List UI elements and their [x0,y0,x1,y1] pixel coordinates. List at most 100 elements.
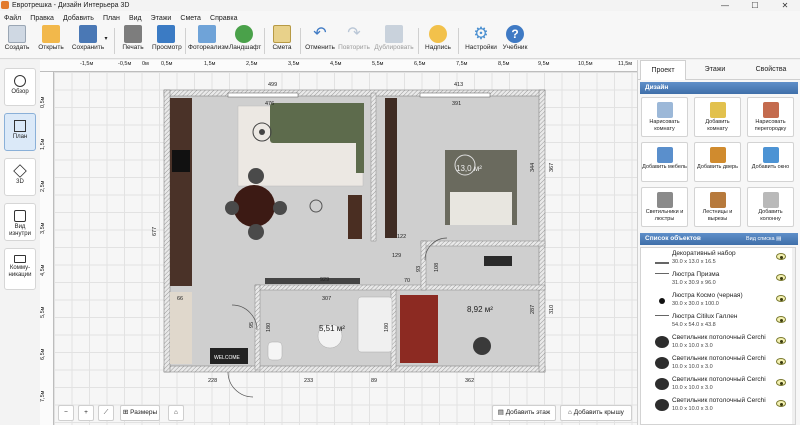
list-item[interactable]: Люстра Призма 31.0 x 30.9 x 96.0 [641,269,795,290]
window[interactable] [227,92,299,98]
sofa[interactable] [270,103,360,143]
tab-project[interactable]: Проект [640,60,686,80]
text-label-button[interactable]: Надпись [424,25,452,57]
toilet[interactable] [267,341,283,361]
plan-canvas[interactable]: -1,5м -0,5м 0м 0,5м 1,5м 2,5м 3,5м 4,5м … [40,60,637,425]
nav-overview[interactable]: Обзор [4,68,36,106]
print-button[interactable]: Печать [120,25,146,57]
wall-bottom[interactable] [163,365,546,373]
home-button[interactable]: ⌂ [168,405,184,421]
red-sofa[interactable] [400,295,438,363]
sofa-arm[interactable] [356,103,364,173]
list-item[interactable]: Декоративный набор 30.0 x 13.0 x 16.5 [641,248,795,269]
visibility-eye-icon[interactable] [776,337,786,344]
open-folder-icon [42,25,60,43]
object-list-scrollbar[interactable] [792,248,795,424]
kitchen-cabinets[interactable] [170,98,192,286]
visibility-eye-icon[interactable] [776,295,786,302]
add-roof-label: Добавить крышу [573,409,624,416]
zoom-out-button[interactable]: − [58,405,74,421]
list-item[interactable]: Светильник потолочный Cerchi 10.0 x 10.0… [641,395,795,416]
visibility-eye-icon[interactable] [776,253,786,260]
list-item[interactable]: Люстра Космо (черная) 30.0 x 30.0 x 100.… [641,290,795,311]
tutorial-button[interactable]: ? Учебник [500,25,530,57]
dining-table[interactable] [233,185,275,227]
draw-room-button[interactable]: Нарисовать комнату [641,97,688,137]
dimensions-button[interactable]: ⊞ Размеры [120,405,160,421]
dimension-label: 287 [530,305,536,314]
save-dropdown-button[interactable]: ▾ [102,25,110,57]
chair[interactable] [248,168,264,184]
dimension-label: 344 [530,163,536,172]
chair[interactable] [225,201,239,215]
shelf[interactable] [265,278,360,284]
estimate-button[interactable]: Смета [270,25,294,57]
add-door-button[interactable]: Добавить дверь [694,142,741,182]
wall-inner[interactable] [420,240,427,291]
visibility-eye-icon[interactable] [776,316,786,323]
open-button[interactable]: Открыть [36,25,66,57]
create-button[interactable]: Создать [4,25,30,57]
stairs-button[interactable]: Лестницы и вырезы [694,187,741,227]
entrance-door-swing[interactable] [227,371,254,398]
wall-inner[interactable] [254,284,546,291]
add-column-button[interactable]: Добавить колонну [747,187,794,227]
add-furniture-button[interactable]: Добавить мебель [641,142,688,182]
draw-partition-button[interactable]: Нарисовать перегородку [747,97,794,137]
nav-interior-view[interactable]: Вид изнутри [4,203,36,241]
add-room-button[interactable]: Добавить комнату [694,97,741,137]
wall-inner[interactable] [370,92,377,242]
tab-floors[interactable]: Этажи [692,60,738,80]
window[interactable] [419,92,491,98]
bed-blanket[interactable] [450,192,512,225]
zoom-in-button[interactable]: + [78,405,94,421]
wall-left[interactable] [163,89,171,373]
tab-properties[interactable]: Свойства [744,60,798,80]
wardrobe[interactable] [385,98,397,238]
view-list-toggle[interactable]: Вид списка ▤ [746,233,781,245]
object-list[interactable]: Декоративный набор 30.0 x 13.0 x 16.5 Лю… [640,247,796,425]
list-item[interactable]: Светильник потолочный Cerchi 10.0 x 10.0… [641,332,795,353]
nav-3d[interactable]: 3D [4,158,36,196]
save-button[interactable]: Сохранить [70,25,106,57]
landscape-button[interactable]: Ландшафт [229,25,261,57]
stove[interactable] [172,150,190,172]
tv-stand[interactable] [484,256,512,266]
hallway-closet[interactable] [170,292,192,364]
minimize-button[interactable]: — [710,0,740,11]
visibility-eye-icon[interactable] [776,274,786,281]
cabinet[interactable] [348,195,362,239]
maximize-button[interactable]: ☐ [740,0,770,11]
add-floor-button[interactable]: ▤ Добавить этаж [492,405,556,421]
photorealism-button[interactable]: Фотореализм [188,25,229,57]
add-window-button[interactable]: Добавить окно [747,142,794,182]
list-item[interactable]: Люстра Citilux Галлен 54.0 x 54.0 x 43.8 [641,311,795,332]
add-roof-button[interactable]: ⌂ Добавить крышу [560,405,632,421]
list-item[interactable]: Светильник потолочный Cerchi 10.0 x 10.0… [641,353,795,374]
settings-button[interactable]: ⚙ Настройки [464,25,498,57]
dimension-label: 89 [371,378,377,384]
measure-button[interactable]: ⟋ [98,405,114,421]
redo-icon: ↷ [347,25,361,42]
nav-utilities[interactable]: Комму-никации [4,248,36,290]
text-label-icon [429,25,447,43]
visibility-eye-icon[interactable] [776,358,786,365]
nav-plan[interactable]: План [4,113,36,151]
wall-right[interactable] [538,89,546,373]
list-item[interactable]: Светильник потолочный Cerchi 10.0 x 10.0… [641,374,795,395]
duplicate-button[interactable]: Дублировать [374,25,414,57]
close-button[interactable]: ✕ [770,0,800,11]
wall-inner[interactable] [420,240,546,247]
redo-button[interactable]: ↷ Повторить [338,25,370,57]
floor-plan[interactable]: WELCOME 499 413 476 391 677 344 367 122 … [40,60,637,425]
preview-button[interactable]: Просмотр [152,25,182,57]
doormat-label: WELCOME [214,355,241,361]
chair[interactable] [273,201,287,215]
undo-button[interactable]: ↶ Отменить [305,25,335,57]
lights-button[interactable]: Светильники и люстры [641,187,688,227]
visibility-eye-icon[interactable] [776,379,786,386]
wall-inner[interactable] [254,284,261,371]
side-table[interactable] [473,337,491,355]
chair[interactable] [248,224,264,240]
visibility-eye-icon[interactable] [776,400,786,407]
